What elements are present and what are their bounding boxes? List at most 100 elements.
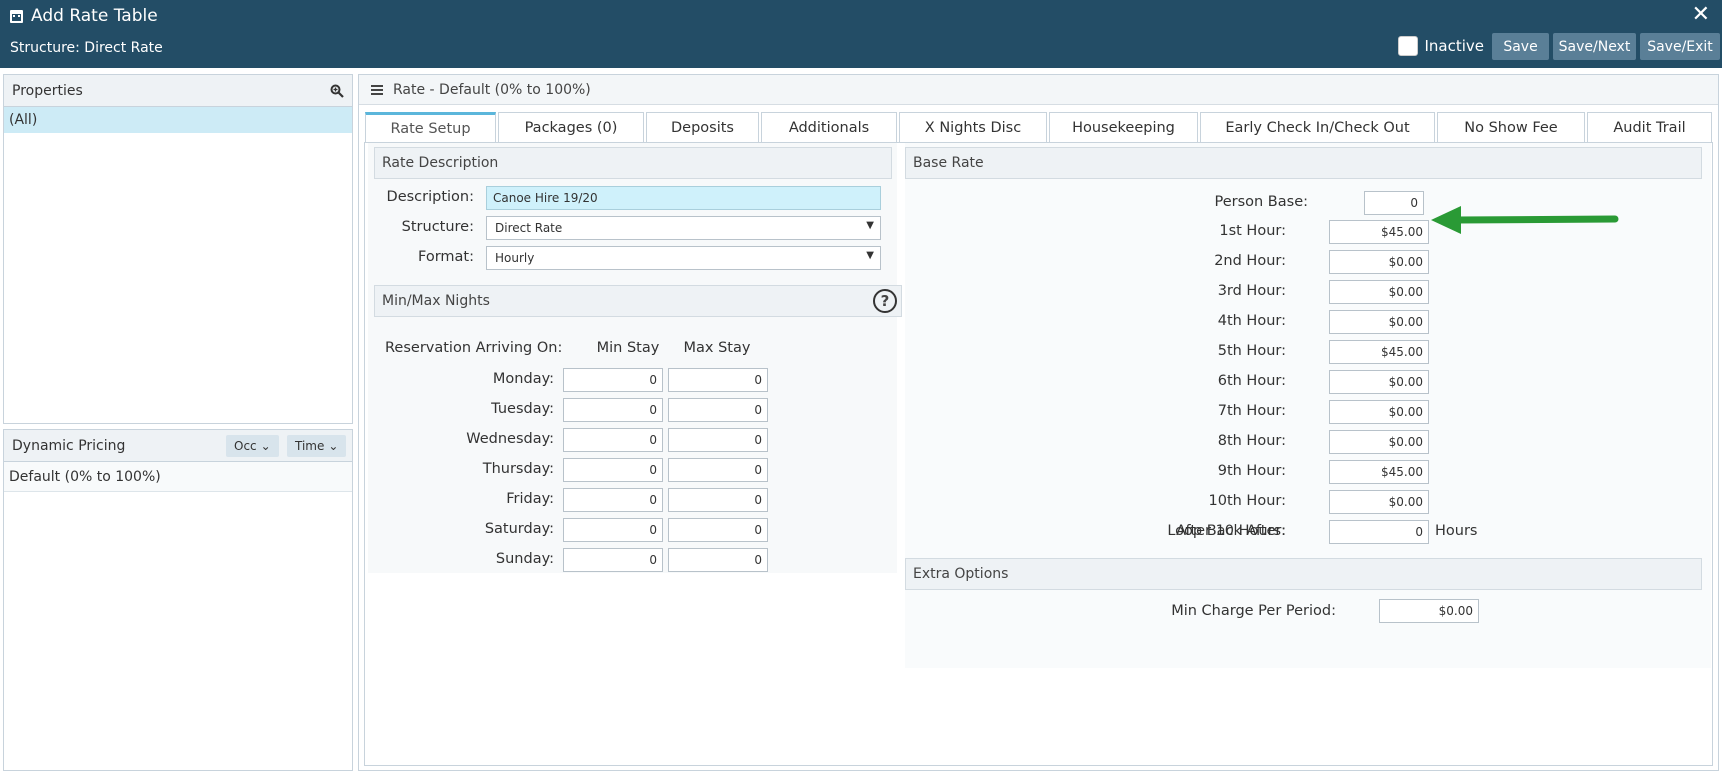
dynamic-pricing-panel: Dynamic Pricing Occ ⌄ Time ⌄ Default (0%… xyxy=(3,429,353,771)
save-button[interactable]: Save xyxy=(1492,33,1549,60)
hour-label: 8th Hour: xyxy=(1217,433,1286,449)
person-base-label: Person Base: xyxy=(1214,194,1308,210)
loop-back-input[interactable]: 0 xyxy=(1329,520,1429,544)
hour-label: 6th Hour: xyxy=(1217,373,1286,389)
help-icon[interactable]: ? xyxy=(873,289,897,313)
green-arrow-icon xyxy=(1431,206,1619,234)
hour-rate-input[interactable]: $0.00 xyxy=(1329,250,1429,274)
caret-down-icon: ▼ xyxy=(866,250,874,261)
max-stay-label: Max Stay xyxy=(683,340,751,356)
hour-rate-input[interactable]: $0.00 xyxy=(1329,430,1429,454)
extra-options-header: Extra Options xyxy=(905,558,1702,590)
hour-rate-input[interactable]: $0.00 xyxy=(1329,370,1429,394)
format-value: Hourly xyxy=(495,251,535,265)
hour-rate-input[interactable]: $0.00 xyxy=(1329,310,1429,334)
day-label: Thursday: xyxy=(482,461,554,477)
window-subtitle: Structure: Direct Rate xyxy=(10,40,163,56)
chevron-down-icon: ⌄ xyxy=(260,439,271,453)
window-title-text: Add Rate Table xyxy=(31,6,158,26)
time-dropdown[interactable]: Time ⌄ xyxy=(287,435,347,457)
hour-rate-input[interactable]: $45.00 xyxy=(1329,340,1429,364)
max-stay-input[interactable]: 0 xyxy=(668,398,768,422)
inactive-toggle[interactable]: Inactive xyxy=(1398,36,1484,56)
hour-rate-input[interactable]: $45.00 xyxy=(1329,220,1429,244)
occ-dropdown[interactable]: Occ ⌄ xyxy=(226,435,279,457)
min-stay-input[interactable]: 0 xyxy=(563,398,663,422)
tab-no-show-fee[interactable]: No Show Fee xyxy=(1437,112,1585,142)
dynamic-pricing-header: Dynamic Pricing Occ ⌄ Time ⌄ xyxy=(4,430,352,462)
hour-rate-input[interactable]: $0.00 xyxy=(1329,280,1429,304)
rate-description-header: Rate Description xyxy=(374,147,892,179)
structure-value: Direct Rate xyxy=(495,221,563,235)
structure-select[interactable]: Direct Rate ▼ xyxy=(486,216,881,240)
tab-x-nights-disc[interactable]: X Nights Disc xyxy=(899,112,1047,142)
day-label: Sunday: xyxy=(495,551,554,567)
day-label: Friday: xyxy=(506,491,554,507)
properties-header: Properties xyxy=(4,75,352,107)
max-stay-input[interactable]: 0 xyxy=(668,518,768,542)
min-charge-input[interactable]: $0.00 xyxy=(1379,599,1479,623)
hour-label: 5th Hour: xyxy=(1217,343,1286,359)
arriving-label: Reservation Arriving On: xyxy=(385,340,563,356)
dynamic-pricing-title: Dynamic Pricing xyxy=(12,437,126,454)
save-exit-button[interactable]: Save/Exit xyxy=(1640,33,1720,60)
description-input[interactable]: Canoe Hire 19/20 xyxy=(486,186,881,210)
menu-icon[interactable] xyxy=(371,84,383,95)
minmax-header: Min/Max Nights ? xyxy=(374,285,902,317)
tab-deposits[interactable]: Deposits xyxy=(646,112,759,142)
structure-label: Structure: xyxy=(401,219,474,235)
max-stay-input[interactable]: 0 xyxy=(668,458,768,482)
day-label: Tuesday: xyxy=(491,401,554,417)
max-stay-input[interactable]: 0 xyxy=(668,368,768,392)
hour-label: 3rd Hour: xyxy=(1217,283,1286,299)
loop-back-unit: Hours xyxy=(1435,523,1478,539)
properties-title: Properties xyxy=(12,82,83,99)
tab-early-check-in[interactable]: Early Check In/Check Out xyxy=(1200,112,1435,142)
loop-back-label: Loop Back After: xyxy=(1167,523,1286,539)
save-next-button[interactable]: Save/Next xyxy=(1553,33,1636,60)
format-label: Format: xyxy=(418,249,474,265)
main-panel: Rate - Default (0% to 100%) Rate Setup P… xyxy=(358,74,1719,771)
inactive-checkbox[interactable] xyxy=(1398,36,1419,56)
hour-label: 2nd Hour: xyxy=(1214,253,1286,269)
hour-rate-input[interactable]: $0.00 xyxy=(1329,400,1429,424)
hour-label: 10th Hour: xyxy=(1208,493,1287,509)
window-title: Add Rate Table xyxy=(10,6,158,26)
chevron-down-icon: ⌄ xyxy=(328,439,339,453)
day-label: Wednesday: xyxy=(466,431,554,447)
time-label: Time xyxy=(295,439,325,453)
property-item-all[interactable]: (All) xyxy=(4,107,352,133)
base-rate-header: Base Rate xyxy=(905,147,1702,179)
caret-down-icon: ▼ xyxy=(866,220,874,231)
max-stay-input[interactable]: 0 xyxy=(668,488,768,512)
dynamic-pricing-item[interactable]: Default (0% to 100%) xyxy=(4,462,352,492)
tab-packages[interactable]: Packages (0) xyxy=(498,112,644,142)
hour-label: 7th Hour: xyxy=(1217,403,1286,419)
day-label: Saturday: xyxy=(484,521,554,537)
tab-audit-trail[interactable]: Audit Trail xyxy=(1587,112,1712,142)
tab-content: Rate Description Description: Canoe Hire… xyxy=(364,142,1713,766)
min-stay-input[interactable]: 0 xyxy=(563,368,663,392)
max-stay-input[interactable]: 0 xyxy=(668,548,768,572)
hour-rate-input[interactable]: $45.00 xyxy=(1329,460,1429,484)
min-stay-input[interactable]: 0 xyxy=(563,428,663,452)
person-base-input[interactable]: 0 xyxy=(1364,191,1424,215)
max-stay-input[interactable]: 0 xyxy=(668,428,768,452)
hour-rate-input[interactable]: $0.00 xyxy=(1329,490,1429,514)
inactive-label: Inactive xyxy=(1424,37,1484,55)
main-title: Rate - Default (0% to 100%) xyxy=(393,81,591,98)
min-stay-input[interactable]: 0 xyxy=(563,488,663,512)
min-stay-input[interactable]: 0 xyxy=(563,548,663,572)
hour-label: 1st Hour: xyxy=(1219,223,1286,239)
zoom-icon[interactable] xyxy=(330,84,344,98)
tab-additionals[interactable]: Additionals xyxy=(761,112,897,142)
close-icon[interactable]: ✕ xyxy=(1692,2,1710,27)
description-label: Description: xyxy=(386,189,474,205)
min-stay-input[interactable]: 0 xyxy=(563,458,663,482)
tab-rate-setup[interactable]: Rate Setup xyxy=(365,112,496,143)
min-stay-input[interactable]: 0 xyxy=(563,518,663,542)
tab-housekeeping[interactable]: Housekeeping xyxy=(1049,112,1198,142)
min-stay-label: Min Stay xyxy=(596,340,660,356)
format-select[interactable]: Hourly ▼ xyxy=(486,246,881,270)
min-charge-label: Min Charge Per Period: xyxy=(1171,603,1336,619)
